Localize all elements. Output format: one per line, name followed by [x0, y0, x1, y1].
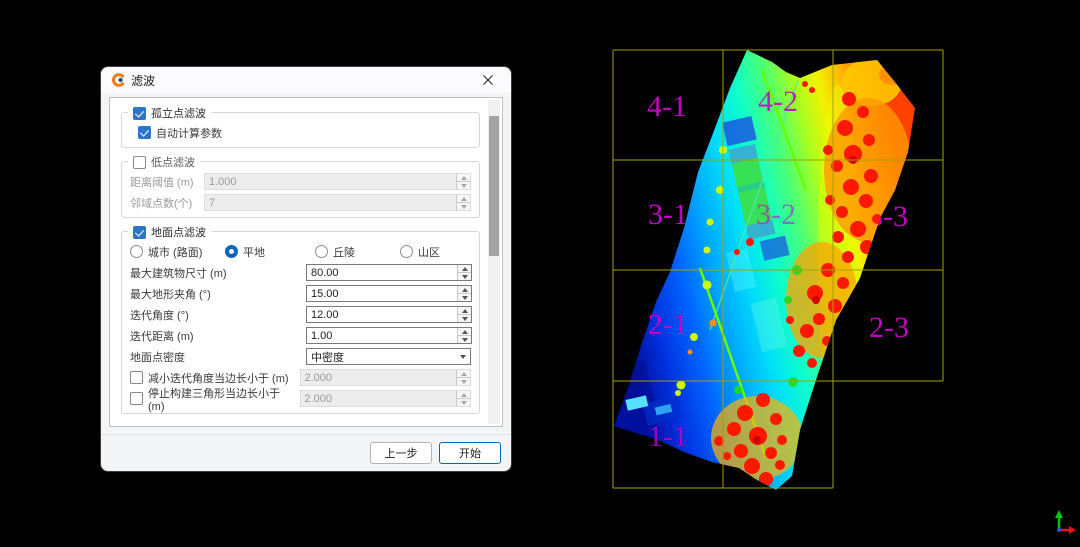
app-logo-icon — [111, 73, 125, 87]
ground-density-select[interactable]: 中密度 — [306, 348, 471, 365]
radio-selected-icon[interactable] — [225, 245, 238, 258]
grid-cell-label: 2-3 — [869, 311, 909, 344]
filter-dialog: 滤波 孤立点滤波 — [100, 66, 512, 472]
terrain-mountain-option[interactable]: 山区 — [400, 244, 440, 260]
auto-param-label: 自动计算参数 — [156, 125, 222, 141]
neighbor-count-label: 邻域点数(个) — [130, 195, 204, 211]
desktop: 4-3 3-3 — [0, 0, 1080, 547]
start-button[interactable]: 开始 — [439, 442, 501, 464]
grid-cell-label: 1-1 — [648, 420, 688, 453]
iteration-angle-label: 迭代角度 (°) — [130, 307, 306, 323]
max-building-size-field[interactable] — [306, 264, 472, 281]
iteration-distance-field[interactable] — [306, 327, 472, 344]
ground-filter-label: 地面点滤波 — [151, 224, 206, 240]
auto-param-checkbox[interactable] — [138, 126, 151, 139]
axis-gizmo-icon — [1055, 510, 1076, 534]
terrain-hill-option[interactable]: 丘陵 — [315, 244, 400, 260]
iteration-distance-label: 迭代距离 (m) — [130, 328, 306, 344]
settings-scrollarea: 孤立点滤波 自动计算参数 低点滤波 — [111, 98, 486, 426]
reduce-iter-angle-field — [300, 369, 472, 386]
radio-icon[interactable] — [400, 245, 413, 258]
grid-cell-label: 2-1 — [648, 308, 688, 341]
max-terrain-angle-label: 最大地形夹角 (°) — [130, 286, 306, 302]
distance-threshold-field — [204, 173, 471, 190]
vertical-scrollbar[interactable] — [488, 100, 500, 424]
neighbor-count-field — [204, 194, 471, 211]
close-icon[interactable] — [475, 70, 501, 90]
group-isolated-filter: 孤立点滤波 自动计算参数 — [121, 112, 480, 148]
group-ground-filter: 地面点滤波 城市 (路面) 平地 丘陵 — [121, 231, 480, 414]
terrain-radio-row: 城市 (路面) 平地 丘陵 山区 — [130, 241, 471, 262]
spinner — [456, 174, 470, 189]
radio-icon[interactable] — [315, 245, 328, 258]
spinner[interactable] — [457, 307, 471, 322]
scrollbar-thumb[interactable] — [489, 116, 499, 256]
stop-triangle-label: 停止构建三角形当边长小于 (m) — [148, 385, 300, 413]
grid-cell-label: 3-2 — [756, 198, 796, 231]
dialog-content: 孤立点滤波 自动计算参数 低点滤波 — [109, 97, 503, 427]
previous-button[interactable]: 上一步 — [370, 442, 432, 464]
dialog-titlebar[interactable]: 滤波 — [101, 67, 511, 93]
group-lowpoint-filter: 低点滤波 距离阈值 (m) 邻域点数(个) — [121, 161, 480, 218]
grid-cell-label: 4-2 — [758, 85, 798, 118]
lowpoint-filter-label: 低点滤波 — [151, 154, 195, 170]
spinner[interactable] — [457, 286, 471, 301]
reduce-iter-angle-label: 减小迭代角度当边长小于 (m) — [148, 370, 289, 386]
iteration-angle-field[interactable] — [306, 306, 472, 323]
isolated-filter-label: 孤立点滤波 — [151, 105, 206, 121]
distance-threshold-label: 距离阈值 (m) — [130, 174, 204, 190]
stop-triangle-checkbox[interactable] — [130, 392, 143, 405]
grid-cell-label: 3-1 — [648, 198, 688, 231]
spinner — [456, 370, 470, 385]
max-terrain-angle-field[interactable] — [306, 285, 472, 302]
spinner[interactable] — [457, 265, 471, 280]
stop-triangle-field — [300, 390, 472, 407]
radio-icon[interactable] — [130, 245, 143, 258]
spinner — [456, 195, 470, 210]
spinner[interactable] — [457, 328, 471, 343]
terrain-flat-option[interactable]: 平地 — [225, 244, 315, 260]
grid-cell-label: 4-1 — [647, 90, 687, 123]
dialog-footer: 上一步 开始 — [101, 434, 511, 471]
max-building-size-label: 最大建筑物尺寸 (m) — [130, 265, 306, 281]
isolated-filter-checkbox[interactable] — [133, 107, 146, 120]
ground-filter-checkbox[interactable] — [133, 226, 146, 239]
chevron-down-icon — [460, 355, 466, 359]
reduce-iter-angle-checkbox[interactable] — [130, 371, 143, 384]
terrain-city-option[interactable]: 城市 (路面) — [130, 244, 225, 260]
spinner — [456, 391, 470, 406]
ground-density-label: 地面点密度 — [130, 349, 306, 365]
lowpoint-filter-checkbox[interactable] — [133, 156, 146, 169]
dialog-title: 滤波 — [131, 72, 155, 89]
